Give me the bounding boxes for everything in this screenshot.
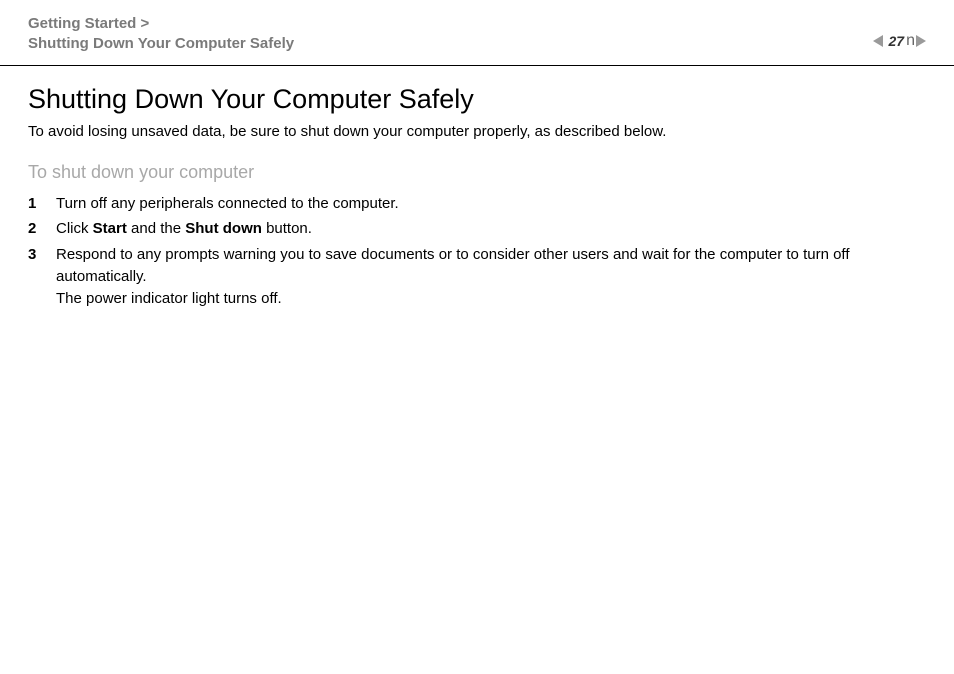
breadcrumb-section: Getting Started > [28, 14, 294, 34]
intro-paragraph: To avoid losing unsaved data, be sure to… [28, 123, 926, 140]
step-number: 3 [28, 244, 56, 309]
step-item: 2 Click Start and the Shut down button. [28, 218, 926, 240]
step-item: 1 Turn off any peripherals connected to … [28, 193, 926, 215]
next-page-icon [916, 35, 926, 47]
steps-list: 1 Turn off any peripherals connected to … [28, 193, 926, 310]
page-header: Getting Started > Shutting Down Your Com… [0, 0, 954, 55]
step-text: Respond to any prompts warning you to sa… [56, 244, 926, 309]
document-page: Getting Started > Shutting Down Your Com… [0, 0, 954, 674]
page-title: Shutting Down Your Computer Safely [28, 84, 926, 115]
step-text: Turn off any peripherals connected to th… [56, 193, 399, 215]
step-number: 1 [28, 193, 56, 215]
subheading: To shut down your computer [28, 162, 926, 183]
page-navigation: 27 n [873, 32, 926, 50]
step-text: Click Start and the Shut down button. [56, 218, 312, 240]
previous-page-icon[interactable] [873, 35, 883, 47]
n-line-text: n [906, 32, 916, 50]
page-number: 27 [889, 33, 905, 49]
breadcrumb-page: Shutting Down Your Computer Safely [28, 34, 294, 54]
step-number: 2 [28, 218, 56, 240]
page-content: Shutting Down Your Computer Safely To av… [0, 66, 954, 310]
breadcrumb: Getting Started > Shutting Down Your Com… [28, 14, 294, 55]
next-page-button[interactable]: n [910, 32, 926, 50]
step-item: 3 Respond to any prompts warning you to … [28, 244, 926, 309]
